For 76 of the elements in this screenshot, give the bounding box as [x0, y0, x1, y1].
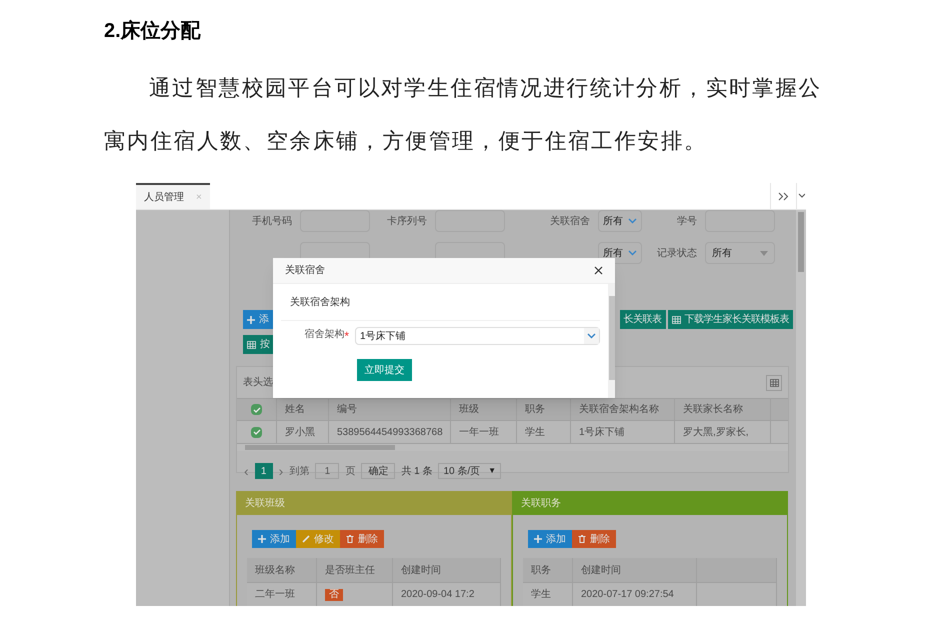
filter-label: 记录状态	[657, 246, 697, 260]
toolbar-label: 表头选	[243, 376, 273, 390]
plus-icon	[534, 535, 542, 543]
page-unit: 页	[345, 464, 356, 478]
checkbox[interactable]	[251, 426, 262, 438]
table-cell-text: 2020-09-04 17:2	[401, 588, 474, 602]
column-header: 职务	[523, 558, 573, 582]
toolbar-button[interactable]: 长关联表	[620, 310, 666, 329]
current-page[interactable]: 1	[254, 463, 273, 479]
select-field[interactable]: 所有	[598, 210, 642, 232]
next-page-icon[interactable]: ›	[278, 460, 284, 482]
edit-button[interactable]: 修改	[296, 530, 340, 548]
trash-icon	[578, 535, 586, 543]
column-header: 班级	[451, 399, 517, 420]
input-field[interactable]	[705, 210, 775, 232]
plus-icon	[258, 535, 266, 543]
required-mark: *	[344, 328, 349, 345]
input-field[interactable]	[300, 210, 370, 232]
plus-icon	[247, 316, 255, 324]
caret-down-icon: ▼	[488, 465, 496, 477]
chevron-down-icon[interactable]	[796, 183, 806, 209]
column-header: 关联家长名称	[675, 399, 771, 420]
chevron-down-icon	[628, 250, 637, 256]
paragraph: 通过智慧校园平台可以对学生住宿情况进行统计分析，实时掌握公寓内住宿人数、空余床铺，方便管理，便于住宿工作安排。	[104, 75, 823, 155]
page-size-select[interactable]: 10 条/页 ▼	[438, 463, 502, 479]
section-title: 关联宿舍架构	[290, 296, 350, 310]
input-field[interactable]	[435, 210, 505, 232]
chevron-down-icon	[587, 333, 596, 339]
column-header: 姓名	[277, 399, 329, 420]
previous-page-icon[interactable]: ‹	[244, 460, 249, 482]
filter-label: 关联宿舍	[550, 214, 590, 228]
pencil-icon	[302, 535, 310, 543]
goto-label: 到第	[289, 464, 310, 478]
column-header: 创建时间	[573, 558, 697, 582]
panel-header: 关联职务	[513, 491, 787, 515]
add-button[interactable]: 添加	[252, 530, 296, 548]
caret-down-icon	[760, 250, 768, 256]
add-button[interactable]: 添加	[528, 530, 572, 548]
field-label: 宿舍架构	[304, 328, 344, 342]
tab[interactable]: 人员管理 ×	[136, 183, 210, 209]
page-input[interactable]: 1	[315, 463, 340, 479]
chevron-down-icon	[628, 218, 637, 224]
column-header: 班级名称	[247, 558, 317, 582]
section-heading: 2.床位分配	[104, 18, 201, 44]
column-header: 关联宿舍架构名称	[571, 399, 675, 420]
table-cell-text: 2020-07-17 09:27:54	[581, 588, 674, 602]
dialog-title: 关联宿舍	[285, 264, 325, 278]
submit-button[interactable]: 立即提交	[357, 359, 412, 381]
select-field[interactable]: 所有	[705, 242, 775, 264]
close-icon[interactable]	[594, 266, 603, 275]
select-field[interactable]: 1号床下铺	[355, 327, 600, 345]
confirm-button[interactable]: 确定	[361, 463, 396, 479]
panel-header: 关联班级	[237, 491, 511, 515]
column-header: 创建时间	[393, 558, 501, 582]
toolbar-button[interactable]: 下载学生家长关联模板表	[668, 310, 793, 329]
grid-icon	[247, 340, 256, 348]
filter-label: 学号	[677, 214, 697, 228]
status-badge: 否	[325, 588, 343, 600]
scrollbar[interactable]	[237, 443, 788, 451]
filter-label: 手机号码	[252, 214, 292, 228]
grid-icon	[672, 316, 680, 324]
checkbox[interactable]	[251, 404, 262, 415]
trash-icon	[346, 535, 354, 543]
delete-button[interactable]: 删除	[572, 530, 616, 548]
table-cell-text: 二年一班	[255, 588, 295, 602]
filter-label: 卡序列号	[387, 214, 427, 228]
scrollbar[interactable]	[608, 284, 615, 398]
column-header: 编号	[329, 399, 451, 420]
scrollbar[interactable]	[796, 210, 806, 606]
grid-icon	[770, 378, 778, 386]
table-cell-text: 学生	[531, 588, 551, 602]
total-count: 共 1 条	[401, 464, 432, 478]
column-grid-button[interactable]	[766, 374, 782, 390]
delete-button[interactable]: 删除	[340, 530, 384, 548]
column-header: 职务	[517, 399, 571, 420]
column-header: 是否班主任	[317, 558, 393, 582]
